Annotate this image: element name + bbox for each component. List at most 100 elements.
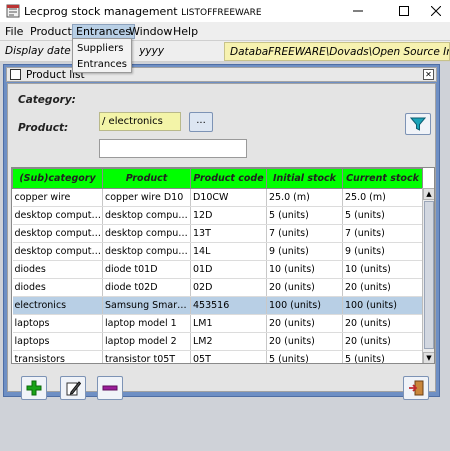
window-title: Lecprog stock management LISTOFFREEWARE bbox=[24, 5, 262, 18]
menu-item-entrances[interactable]: Entrances bbox=[77, 59, 127, 70]
frame-close-button[interactable]: ✕ bbox=[423, 69, 434, 80]
cell-subcategory: transistors bbox=[12, 350, 103, 363]
cell-initial-stock: 5 (units) bbox=[266, 350, 343, 363]
browse-category-button[interactable]: ... bbox=[189, 112, 213, 132]
col-header-product-code[interactable]: Product code bbox=[190, 168, 267, 189]
close-icon bbox=[431, 6, 441, 16]
scroll-thumb[interactable] bbox=[424, 201, 434, 349]
cell-initial-stock: 5 (units) bbox=[266, 206, 343, 225]
cell-current-stock: 5 (units) bbox=[342, 350, 423, 363]
title-bar: Lecprog stock management LISTOFFREEWARE bbox=[0, 0, 450, 22]
menu-item-suppliers[interactable]: Suppliers bbox=[77, 43, 123, 54]
add-product-button[interactable] bbox=[21, 376, 47, 400]
table-row[interactable]: diodes diode t01D 01D 10 (units) 10 (units) bbox=[12, 260, 423, 279]
cell-initial-stock: 20 (units) bbox=[266, 278, 343, 297]
cell-subcategory: diodes bbox=[12, 278, 103, 297]
remove-product-button[interactable] bbox=[97, 376, 123, 400]
menu-file[interactable]: File bbox=[2, 24, 26, 39]
cell-product: diode t02D bbox=[102, 278, 191, 297]
table-row[interactable]: transistors transistor t05T 05T 5 (units) 5 … bbox=[12, 350, 423, 363]
cell-current-stock: 9 (units) bbox=[342, 242, 423, 261]
cell-product-code: D10CW bbox=[190, 188, 267, 207]
maximize-icon bbox=[399, 6, 409, 16]
table-header: (Sub)category Product Product code Initi… bbox=[12, 168, 423, 189]
col-header-current-stock[interactable]: Current stock bbox=[342, 168, 423, 189]
cell-product-code: 12D bbox=[190, 206, 267, 225]
col-header-product[interactable]: Product bbox=[102, 168, 191, 189]
menu-bar: File Products Entrances Window Help bbox=[0, 22, 450, 40]
cell-product-code: LM2 bbox=[190, 332, 267, 351]
table-row[interactable]: electronicsSamsung Smart 55...453516 100 … bbox=[12, 296, 423, 315]
cell-current-stock: 20 (units) bbox=[342, 278, 423, 297]
cell-initial-stock: 20 (units) bbox=[266, 314, 343, 333]
exit-button[interactable] bbox=[403, 376, 429, 400]
filter-button[interactable] bbox=[405, 113, 431, 135]
minimize-icon bbox=[353, 10, 363, 12]
cell-product: copper wire D10 bbox=[102, 188, 191, 207]
table-row[interactable]: diodes diode t02D 02D 20 (units) 20 (units) bbox=[12, 278, 423, 297]
menu-help[interactable]: Help bbox=[170, 24, 201, 39]
col-header-subcategory[interactable]: (Sub)category bbox=[12, 168, 103, 189]
product-list-titlebar[interactable]: Product list ✕ bbox=[6, 67, 437, 82]
entrances-dropdown: Suppliers Entrances bbox=[72, 38, 132, 73]
app-icon bbox=[6, 4, 20, 18]
add-plus-icon bbox=[26, 380, 42, 396]
close-icon: ✕ bbox=[425, 70, 432, 79]
cell-product: desktop computer ... bbox=[102, 224, 191, 243]
cell-current-stock: 25.0 (m) bbox=[342, 188, 423, 207]
cell-current-stock: 7 (units) bbox=[342, 224, 423, 243]
cell-current-stock: 20 (units) bbox=[342, 314, 423, 333]
table-row[interactable]: laptops laptop model 2 LM2 20 (units) 20 (un… bbox=[12, 332, 423, 351]
menu-window[interactable]: Window bbox=[126, 24, 175, 39]
close-button[interactable] bbox=[416, 0, 450, 22]
cell-product-code: 05T bbox=[190, 350, 267, 363]
database-path: DatabaFREEWARE\Dovads\Open Source Invent… bbox=[224, 42, 450, 61]
cell-product: diode t01D bbox=[102, 260, 191, 279]
window-title-text: Lecprog stock management bbox=[24, 5, 178, 18]
cell-current-stock: 100 (units) bbox=[342, 296, 423, 315]
product-label: Product: bbox=[18, 122, 69, 134]
cell-subcategory: diodes bbox=[12, 260, 103, 279]
table-row[interactable]: copper wire copper wire D10 D10CW 25.0 (m) 2… bbox=[12, 188, 423, 207]
cell-product: desktop computer ... bbox=[102, 242, 191, 261]
cell-initial-stock: 25.0 (m) bbox=[266, 188, 343, 207]
cell-product-code: LM1 bbox=[190, 314, 267, 333]
cell-product: laptop model 2 bbox=[102, 332, 191, 351]
window-title-suffix: LISTOFFREEWARE bbox=[181, 8, 262, 18]
cell-subcategory: laptops bbox=[12, 314, 103, 333]
exit-door-icon bbox=[409, 380, 424, 396]
cell-subcategory: desktop computers bbox=[12, 206, 103, 225]
table-scrollbar[interactable]: ▲ ▼ bbox=[422, 188, 434, 363]
cell-product-code: 453516 bbox=[190, 296, 267, 315]
scroll-down-arrow[interactable]: ▼ bbox=[423, 352, 434, 363]
cell-product: transistor t05T bbox=[102, 350, 191, 363]
cell-product-code: 01D bbox=[190, 260, 267, 279]
table-row[interactable]: desktop computersdesktop computer ...13T… bbox=[12, 224, 423, 243]
edit-pencil-icon bbox=[66, 381, 81, 396]
cell-product: laptop model 1 bbox=[102, 314, 191, 333]
product-list-body: Category: / electronics ... Product: (Su… bbox=[7, 83, 436, 400]
table-row[interactable]: desktop computersdesktop computer ...12D… bbox=[12, 206, 423, 225]
category-field[interactable]: / electronics bbox=[99, 112, 181, 131]
cell-subcategory: electronics bbox=[12, 296, 103, 315]
cell-product-code: 02D bbox=[190, 278, 267, 297]
date-format: yyyy bbox=[139, 45, 165, 57]
cell-product-code: 14L bbox=[190, 242, 267, 261]
toolbar-strip: Display date for yyyy DatabaFREEWARE\Dov… bbox=[0, 40, 450, 62]
cell-product: Samsung Smart 55... bbox=[102, 296, 191, 315]
cell-initial-stock: 10 (units) bbox=[266, 260, 343, 279]
minimize-button[interactable] bbox=[338, 0, 378, 22]
cell-initial-stock: 20 (units) bbox=[266, 332, 343, 351]
product-search-input[interactable] bbox=[99, 139, 247, 158]
filter-funnel-icon bbox=[410, 117, 426, 131]
cell-subcategory: copper wire bbox=[12, 188, 103, 207]
col-header-initial-stock[interactable]: Initial stock bbox=[266, 168, 343, 189]
scroll-up-arrow[interactable]: ▲ bbox=[423, 188, 434, 200]
table-row[interactable]: laptops laptop model 1 LM1 20 (units) 20 (un… bbox=[12, 314, 423, 333]
cell-current-stock: 20 (units) bbox=[342, 332, 423, 351]
cell-subcategory: desktop computers bbox=[12, 242, 103, 261]
table-row[interactable]: desktop computersdesktop computer ...14L… bbox=[12, 242, 423, 261]
product-table: (Sub)category Product Product code Initi… bbox=[11, 167, 435, 364]
edit-product-button[interactable] bbox=[60, 376, 86, 400]
cell-product-code: 13T bbox=[190, 224, 267, 243]
